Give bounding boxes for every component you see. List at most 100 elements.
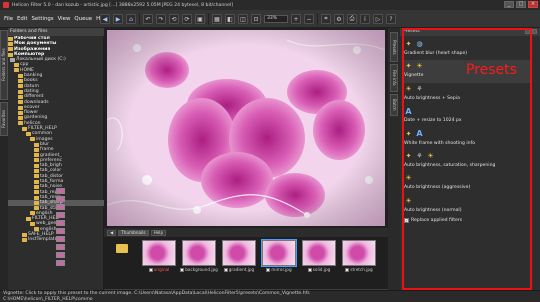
- help-icon[interactable]: ?: [386, 14, 396, 24]
- thumbnail-item[interactable]: background.jpg: [180, 240, 218, 286]
- compare-icon[interactable]: ◧: [225, 14, 235, 24]
- thumbnail-checkbox[interactable]: [266, 267, 271, 272]
- info-icon[interactable]: i: [360, 14, 370, 24]
- blur-icon: ◍: [416, 40, 423, 48]
- thumbnail-label: gradient.jpg: [228, 267, 255, 272]
- crop-icon[interactable]: ⌗: [321, 14, 331, 24]
- replace-filters-option[interactable]: ✓ Replace applied filters: [404, 218, 530, 224]
- app-icon: [3, 2, 9, 8]
- thumbnail-item[interactable]: gradient.jpg: [221, 240, 257, 286]
- tab-folders-and-files[interactable]: Folders and files: [0, 30, 8, 100]
- thumbnail-item[interactable]: original: [141, 240, 177, 286]
- presets-header-label: Presets: [403, 29, 420, 34]
- rotate-right-icon[interactable]: ⟳: [182, 14, 192, 24]
- preset-item[interactable]: ☀ ⚘ Auto brightness + Sepia: [404, 83, 530, 105]
- tab-favorites[interactable]: Favorites: [0, 102, 8, 136]
- tab-help[interactable]: Help: [150, 229, 167, 236]
- tab-batch[interactable]: Batch: [390, 94, 398, 116]
- menu-file[interactable]: File: [4, 16, 13, 22]
- thumbnail-checkbox[interactable]: [148, 267, 153, 272]
- thumbnail-checkbox[interactable]: [345, 267, 350, 272]
- folder-icon: [18, 116, 23, 121]
- split-icon[interactable]: ◫: [238, 14, 248, 24]
- fit-icon[interactable]: ⊡: [251, 14, 261, 24]
- thumbnail-item[interactable]: solid.jpg: [301, 240, 337, 286]
- replace-filters-checkbox[interactable]: ✓: [404, 218, 409, 224]
- forward-icon[interactable]: ▶: [113, 14, 123, 24]
- folder-icon: [18, 94, 23, 99]
- preset-icons: ✦ ⚘ ☀: [404, 151, 530, 161]
- thumbnail-caption: background.jpg: [180, 267, 218, 272]
- menu-settings[interactable]: Settings: [31, 16, 53, 22]
- app-window: Helicon Filter 5.0 - dan kozub - artisti…: [0, 0, 540, 302]
- folder-icon: [22, 232, 27, 237]
- folder-icon: [10, 57, 15, 62]
- zoom-out-icon[interactable]: −: [304, 14, 314, 24]
- file-thumbnail[interactable]: [56, 212, 65, 218]
- thumbnail-item[interactable]: mirror.jpg: [261, 239, 297, 286]
- file-thumbnail[interactable]: [56, 260, 65, 266]
- file-thumbnail[interactable]: [56, 188, 65, 194]
- image-icon[interactable]: ▣: [195, 14, 205, 24]
- settings-icon[interactable]: ⚙: [334, 14, 344, 24]
- preset-item[interactable]: ☀ Auto brightness (aggressive): [404, 172, 530, 194]
- preset-label: Auto brightness, saturation, sharpening: [404, 162, 496, 168]
- rotate-left-icon[interactable]: ⟲: [169, 14, 179, 24]
- tab-file-info[interactable]: File info: [390, 64, 398, 92]
- preset-item[interactable]: ✦ ◍ Gradient blur (heart shape): [404, 38, 530, 60]
- file-thumbnail[interactable]: [56, 204, 65, 210]
- redo-icon[interactable]: ↷: [156, 14, 166, 24]
- thumbnail-checkbox[interactable]: [223, 267, 228, 272]
- replace-filters-label: Replace applied filters: [411, 218, 463, 224]
- file-thumbnail[interactable]: [56, 252, 65, 258]
- thumbnail-item[interactable]: stretch.jpg: [341, 240, 377, 286]
- sidebar-tabs: Folders and files Favorites: [0, 28, 8, 290]
- file-thumbnail[interactable]: [56, 220, 65, 226]
- menu-view[interactable]: View: [58, 16, 71, 22]
- brightness-icon: ☀: [405, 174, 412, 183]
- undo-icon[interactable]: ↶: [143, 14, 153, 24]
- parent-folder-item[interactable]: [107, 240, 137, 280]
- file-thumbnail[interactable]: [56, 236, 65, 242]
- thumbnail-image: [261, 239, 297, 267]
- preset-item[interactable]: ✦ A White frame with shooting info: [404, 128, 530, 150]
- file-thumbnail[interactable]: [56, 244, 65, 250]
- thumbnail-checkbox[interactable]: [180, 267, 185, 272]
- close-panel-icon[interactable]: [532, 29, 537, 34]
- thumbnail-checkbox[interactable]: [307, 267, 312, 272]
- preset-label: White frame with shooting info: [404, 140, 476, 146]
- strip-back-button[interactable]: ◀: [107, 229, 117, 236]
- preset-item[interactable]: A Date + resize to 1024 px: [404, 105, 530, 127]
- maximize-button[interactable]: □: [516, 1, 526, 8]
- folder-icon: [34, 227, 39, 232]
- run-icon[interactable]: ▷: [373, 14, 383, 24]
- image-canvas[interactable]: [104, 28, 388, 228]
- file-thumbnail[interactable]: [56, 228, 65, 234]
- pin-icon[interactable]: [525, 29, 530, 34]
- print-icon[interactable]: ⎙: [347, 14, 357, 24]
- close-button[interactable]: ×: [528, 1, 538, 8]
- minimize-button[interactable]: _: [504, 1, 514, 8]
- file-thumbnail[interactable]: [56, 196, 65, 202]
- folder-icon: [34, 200, 39, 205]
- back-icon[interactable]: ◀: [100, 14, 110, 24]
- home-icon[interactable]: ⌂: [126, 14, 136, 24]
- zoom-in-icon[interactable]: +: [291, 14, 301, 24]
- preset-icons: ☀ ⚘: [404, 84, 530, 94]
- preset-label: Auto brightness (aggressive): [404, 185, 471, 191]
- thumbnail-label: mirror.jpg: [271, 267, 292, 272]
- file-list-thumbnails: [56, 188, 66, 268]
- folder-icon: [34, 179, 39, 184]
- thumbnail-label: original: [153, 267, 170, 272]
- tab-thumbnails[interactable]: Thumbnails: [118, 229, 149, 236]
- preset-icons: ✦ A: [404, 129, 530, 139]
- preset-item[interactable]: ✦ ⚘ ☀ Auto brightness, saturation, sharpeni…: [404, 150, 530, 172]
- tab-presets[interactable]: Presets: [390, 32, 398, 62]
- brightness-icon: ☀: [427, 151, 434, 160]
- preset-item[interactable]: ☀ Auto brightness (normal): [404, 195, 530, 217]
- menu-edit[interactable]: Edit: [17, 16, 27, 22]
- zoom-select[interactable]: 33%: [264, 15, 288, 23]
- grid-icon[interactable]: ▦: [212, 14, 222, 24]
- status-bar: Vignette: Click to apply this preset to …: [0, 290, 540, 302]
- menu-queue[interactable]: Queue: [74, 16, 92, 22]
